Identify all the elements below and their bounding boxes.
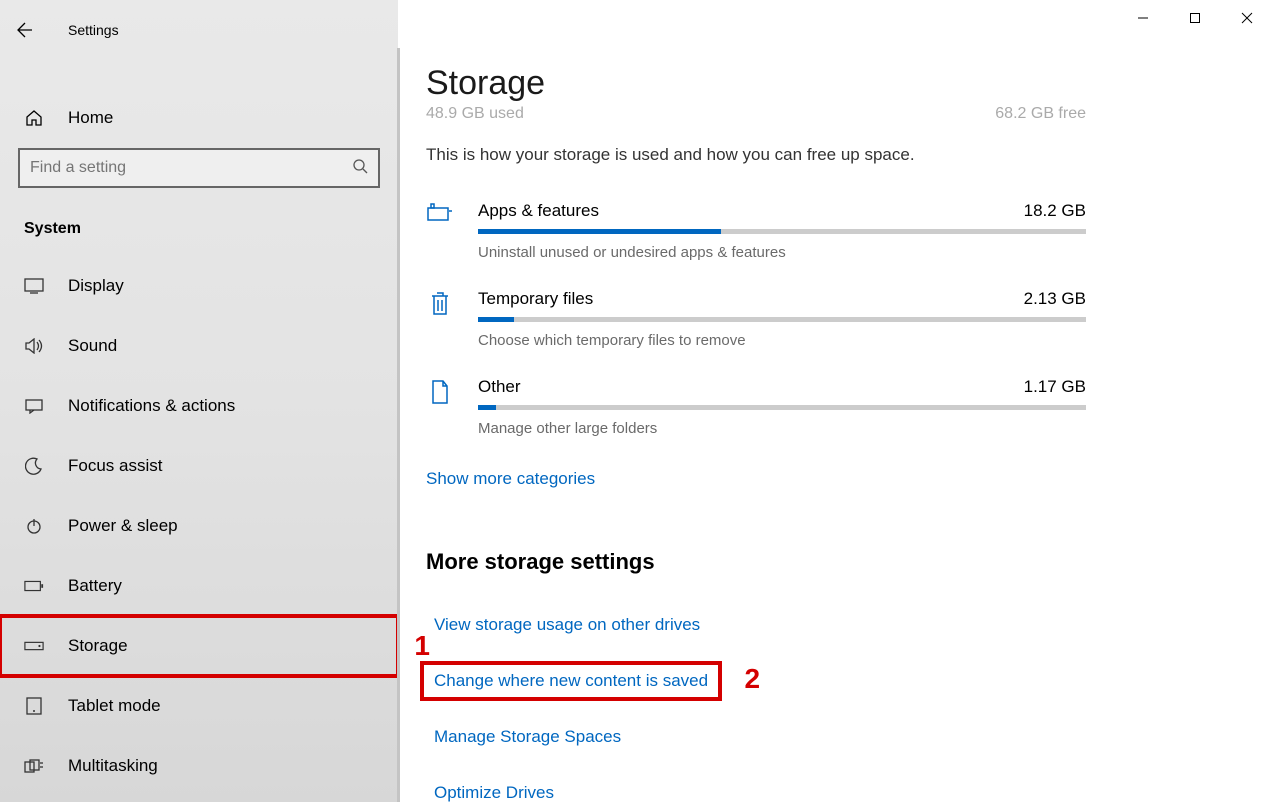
document-icon bbox=[426, 379, 454, 405]
nav-item-label: Storage bbox=[68, 636, 128, 656]
usage-line: 48.9 GB used 68.2 GB free bbox=[426, 105, 1086, 123]
nav-item-label: Focus assist bbox=[68, 456, 162, 476]
category-hint: Choose which temporary files to remove bbox=[478, 332, 1086, 349]
maximize-icon bbox=[1189, 12, 1201, 24]
nav-item-sound[interactable]: Sound bbox=[0, 316, 398, 376]
main-content: Storage 48.9 GB used 68.2 GB free This i… bbox=[398, 0, 1273, 802]
maximize-button[interactable] bbox=[1169, 0, 1221, 36]
minimize-icon bbox=[1137, 12, 1149, 24]
link-show-more-categories[interactable]: Show more categories bbox=[426, 469, 595, 489]
arrow-left-icon bbox=[17, 22, 33, 38]
nav-item-label: Display bbox=[68, 276, 124, 296]
search-icon bbox=[352, 158, 368, 179]
category-hint: Uninstall unused or undesired apps & fea… bbox=[478, 244, 1086, 261]
moon-icon bbox=[24, 457, 44, 475]
page-title: Storage bbox=[426, 64, 1245, 103]
nav-item-label: Multitasking bbox=[68, 756, 158, 776]
intro-text: This is how your storage is used and how… bbox=[426, 145, 1086, 165]
link-change-where-new-content-saved[interactable]: Change where new content is saved bbox=[426, 667, 716, 695]
sidebar-section-header: System bbox=[0, 212, 398, 256]
nav-item-display[interactable]: Display bbox=[0, 256, 398, 316]
nav-item-storage[interactable]: Storage 1 bbox=[0, 616, 398, 676]
search-box[interactable] bbox=[18, 148, 380, 188]
multitask-icon bbox=[24, 759, 44, 773]
free-label: 68.2 GB free bbox=[995, 105, 1086, 123]
window-title: Settings bbox=[68, 22, 119, 38]
progress-bar bbox=[478, 317, 1086, 322]
category-temporary-files[interactable]: Temporary files 2.13 GB Choose which temp… bbox=[426, 289, 1086, 349]
category-size: 2.13 GB bbox=[1024, 289, 1086, 309]
apps-icon bbox=[426, 203, 454, 223]
progress-bar bbox=[478, 229, 1086, 234]
category-other[interactable]: Other 1.17 GB Manage other large folders bbox=[426, 377, 1086, 437]
nav-item-label: Battery bbox=[68, 576, 122, 596]
category-size: 18.2 GB bbox=[1024, 201, 1086, 221]
category-name: Other bbox=[478, 377, 521, 397]
progress-bar bbox=[478, 405, 1086, 410]
nav-item-label: Power & sleep bbox=[68, 516, 178, 536]
link-view-storage-other-drives[interactable]: View storage usage on other drives bbox=[426, 611, 708, 639]
nav-item-label: Tablet mode bbox=[68, 696, 161, 716]
trash-icon bbox=[426, 291, 454, 317]
nav-item-tablet-mode[interactable]: Tablet mode bbox=[0, 676, 398, 736]
close-button[interactable] bbox=[1221, 0, 1273, 36]
nav-list: Display Sound Notifications & actions Fo… bbox=[0, 256, 398, 796]
link-optimize-drives[interactable]: Optimize Drives bbox=[426, 779, 562, 802]
home-icon bbox=[24, 108, 44, 128]
category-size: 1.17 GB bbox=[1024, 377, 1086, 397]
nav-item-focus-assist[interactable]: Focus assist bbox=[0, 436, 398, 496]
search-input[interactable] bbox=[30, 159, 352, 177]
tablet-icon bbox=[24, 697, 44, 715]
battery-icon bbox=[24, 580, 44, 592]
used-label: 48.9 GB used bbox=[426, 105, 524, 123]
window-controls bbox=[1117, 0, 1273, 36]
nav-item-battery[interactable]: Battery bbox=[0, 556, 398, 616]
sound-icon bbox=[24, 338, 44, 354]
nav-item-notifications[interactable]: Notifications & actions bbox=[0, 376, 398, 436]
annotation-marker-2: 2 bbox=[744, 663, 760, 695]
nav-item-label: Sound bbox=[68, 336, 117, 356]
notifications-icon bbox=[24, 398, 44, 414]
storage-icon bbox=[24, 641, 44, 651]
power-icon bbox=[24, 517, 44, 535]
more-links: View storage usage on other drives Chang… bbox=[426, 611, 1245, 802]
category-hint: Manage other large folders bbox=[478, 420, 1086, 437]
display-icon bbox=[24, 278, 44, 294]
category-list: Apps & features 18.2 GB Uninstall unused … bbox=[426, 201, 1086, 437]
nav-item-power-sleep[interactable]: Power & sleep bbox=[0, 496, 398, 556]
minimize-button[interactable] bbox=[1117, 0, 1169, 36]
category-apps-features[interactable]: Apps & features 18.2 GB Uninstall unused … bbox=[426, 201, 1086, 261]
back-button[interactable] bbox=[6, 14, 44, 46]
nav-item-label: Notifications & actions bbox=[68, 396, 235, 416]
nav-item-multitasking[interactable]: Multitasking bbox=[0, 736, 398, 796]
close-icon bbox=[1241, 12, 1253, 24]
more-settings-title: More storage settings bbox=[426, 549, 1245, 575]
category-name: Apps & features bbox=[478, 201, 599, 221]
nav-home-label: Home bbox=[68, 108, 113, 128]
nav-home[interactable]: Home bbox=[0, 94, 398, 142]
link-manage-storage-spaces[interactable]: Manage Storage Spaces bbox=[426, 723, 629, 751]
category-name: Temporary files bbox=[478, 289, 593, 309]
sidebar: Settings Home System Display Sound Notif… bbox=[0, 0, 398, 802]
